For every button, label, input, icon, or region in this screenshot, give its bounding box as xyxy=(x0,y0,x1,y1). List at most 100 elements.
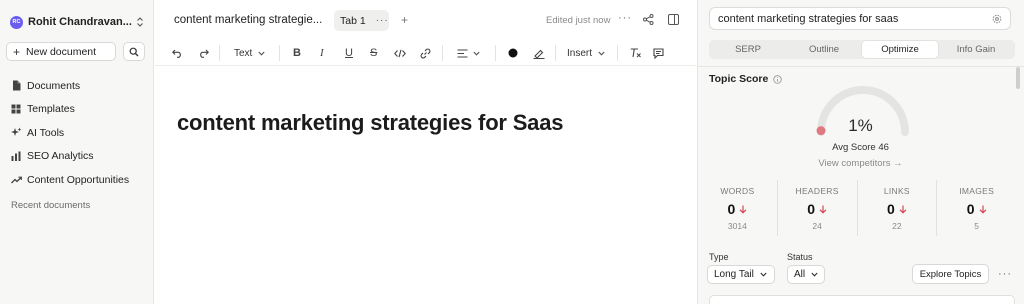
gear-icon[interactable] xyxy=(992,14,1002,24)
sparkle-icon xyxy=(10,127,22,138)
topic-score-value: 1% xyxy=(848,116,873,135)
tab-info-gain[interactable]: Info Gain xyxy=(938,41,1014,58)
redo-icon[interactable] xyxy=(198,46,209,60)
toolbar-divider xyxy=(617,45,618,61)
sidebar-item-label: SEO Analytics xyxy=(27,150,94,163)
underline-icon[interactable]: U xyxy=(345,46,353,60)
more-icon[interactable]: ··· xyxy=(376,15,389,26)
status-filter-dropdown[interactable]: All xyxy=(787,265,825,284)
metric-value: 0 xyxy=(937,201,1016,217)
add-tab-button[interactable]: + xyxy=(401,13,408,27)
code-icon[interactable] xyxy=(394,46,406,60)
bold-icon[interactable]: B xyxy=(293,46,301,60)
align-dropdown[interactable] xyxy=(457,46,480,60)
trend-icon xyxy=(10,176,22,184)
tab-optimize[interactable]: Optimize xyxy=(862,41,938,58)
align-left-icon xyxy=(457,48,468,58)
insert-dropdown[interactable]: Insert xyxy=(567,46,605,60)
text-style-label: Text xyxy=(234,47,253,59)
toolbar-divider xyxy=(495,45,496,61)
more-options-icon[interactable]: ··· xyxy=(618,12,632,24)
arrow-down-icon xyxy=(899,205,907,214)
sidebar-item-ai-tools[interactable]: AI Tools xyxy=(10,121,150,145)
sidebar-item-documents[interactable]: Documents xyxy=(10,74,150,98)
info-icon[interactable] xyxy=(773,74,783,84)
share-icon[interactable] xyxy=(643,14,654,25)
metric-links: LINKS 0 22 xyxy=(856,180,937,236)
metric-value: 0 xyxy=(778,201,857,217)
panel-tabs: SERP Outline Optimize Info Gain xyxy=(709,40,1015,59)
tab-1[interactable]: Tab 1 ··· xyxy=(334,10,389,31)
target-keyword-field[interactable]: content marketing strategies for saas xyxy=(709,7,1011,30)
workspace-name: Rohit Chandravan... xyxy=(28,16,132,28)
text-style-dropdown[interactable]: Text xyxy=(234,46,265,60)
type-filter-value: Long Tail xyxy=(714,269,754,280)
metric-target: 22 xyxy=(892,221,902,231)
sidebar-item-label: Documents xyxy=(27,79,81,92)
comment-icon[interactable] xyxy=(653,46,664,60)
metric-label: LINKS xyxy=(883,186,910,196)
undo-icon[interactable] xyxy=(172,46,183,60)
target-keyword-text: content marketing strategies for saas xyxy=(718,12,899,25)
insert-label: Insert xyxy=(567,47,593,59)
edit-status: Edited just now xyxy=(546,15,611,26)
chevron-down-icon xyxy=(811,272,818,277)
chevron-down-icon xyxy=(473,51,480,56)
sidebar: RC Rohit Chandravan... + New document Do… xyxy=(0,0,154,304)
average-score: Avg Score 46 xyxy=(832,142,889,153)
highlighter-icon[interactable] xyxy=(533,46,545,60)
toggle-panel-icon[interactable] xyxy=(668,14,679,25)
italic-icon[interactable]: I xyxy=(320,46,324,60)
explore-topics-button[interactable]: Explore Topics xyxy=(912,264,989,284)
search-icon xyxy=(129,47,139,57)
formatting-toolbar: Text B I U S Insert xyxy=(155,40,696,66)
type-filter-dropdown[interactable]: Long Tail xyxy=(707,265,775,284)
sidebar-item-seo-analytics[interactable]: SEO Analytics xyxy=(10,145,150,169)
text-color-icon[interactable] xyxy=(508,46,518,60)
bar-chart-icon xyxy=(10,151,22,162)
more-options-icon[interactable]: ··· xyxy=(998,268,1012,280)
sidebar-item-label: Content Opportunities xyxy=(27,173,130,186)
avatar: RC xyxy=(10,15,23,29)
plus-icon: + xyxy=(13,44,21,59)
toolbar-divider xyxy=(555,45,556,61)
sidebar-item-label: AI Tools xyxy=(27,126,65,139)
status-filter-value: All xyxy=(794,269,806,280)
metric-headers: HEADERS 0 24 xyxy=(776,180,857,236)
sidebar-item-label: Templates xyxy=(27,103,75,116)
sidebar-item-templates[interactable]: Templates xyxy=(10,98,150,122)
strikethrough-icon[interactable]: S xyxy=(370,46,377,60)
metric-value: 0 xyxy=(698,201,777,217)
metric-label: IMAGES xyxy=(959,186,995,196)
topic-score-label: Topic Score xyxy=(709,73,769,85)
toolbar-divider xyxy=(279,45,280,61)
workspace-switcher[interactable]: RC Rohit Chandravan... xyxy=(10,13,144,31)
topic-list-item[interactable] xyxy=(709,295,1015,304)
panel-divider xyxy=(698,66,1024,67)
recent-documents-heading: Recent documents xyxy=(11,200,91,211)
chevron-down-icon xyxy=(598,51,605,56)
sidebar-item-content-opportunities[interactable]: Content Opportunities xyxy=(10,168,150,192)
panel-scrollbar[interactable] xyxy=(1016,67,1020,89)
document-title[interactable]: content marketing strategie... xyxy=(174,14,322,26)
metric-value-text: 0 xyxy=(807,201,816,217)
arrow-down-icon xyxy=(819,205,827,214)
search-button[interactable] xyxy=(123,42,145,61)
toolbar-divider xyxy=(219,45,220,61)
tab-outline[interactable]: Outline xyxy=(786,41,862,58)
tab-label: Tab 1 xyxy=(340,14,366,27)
view-competitors-link[interactable]: View competitors → xyxy=(788,158,933,169)
clear-formatting-icon[interactable] xyxy=(630,46,642,60)
metric-label: WORDS xyxy=(720,186,755,196)
chevron-down-icon xyxy=(760,272,767,277)
new-document-label: New document xyxy=(26,45,97,58)
type-filter-label: Type xyxy=(709,252,729,262)
metric-target: 5 xyxy=(974,221,979,231)
new-document-button[interactable]: + New document xyxy=(6,42,116,61)
document-heading[interactable]: content marketing strategies for Saas xyxy=(177,110,563,136)
link-icon[interactable] xyxy=(420,46,431,60)
metric-target: 24 xyxy=(812,221,822,231)
arrow-down-icon xyxy=(739,205,747,214)
metric-value-text: 0 xyxy=(727,201,736,217)
tab-serp[interactable]: SERP xyxy=(710,41,786,58)
